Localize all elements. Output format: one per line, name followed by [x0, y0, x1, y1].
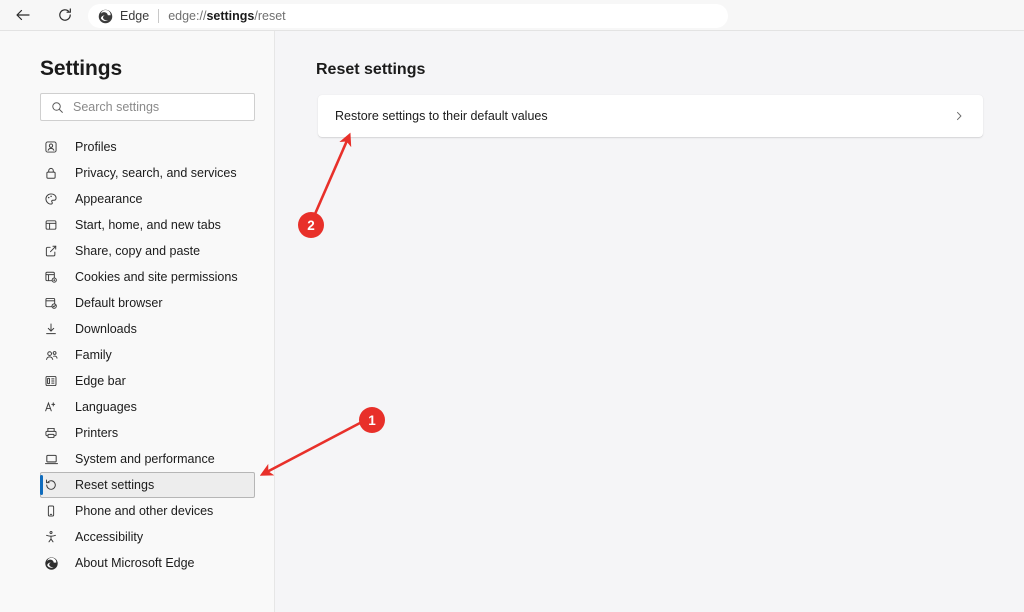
- printer-icon: [41, 426, 61, 440]
- language-icon: [41, 400, 61, 414]
- omnibox-divider: [158, 9, 160, 23]
- edge-logo-icon: [98, 9, 113, 24]
- sidebar-item-start-home-new-tabs[interactable]: Start, home, and new tabs: [40, 212, 255, 238]
- share-icon: [41, 244, 61, 258]
- sidebar-item-edge-bar[interactable]: Edge bar: [40, 368, 255, 394]
- restore-defaults-label: Restore settings to their default values: [335, 109, 548, 123]
- phone-icon: [41, 504, 61, 518]
- sidebar-item-label: Privacy, search, and services: [75, 166, 237, 180]
- sidebar-item-label: Languages: [75, 400, 137, 414]
- window-icon: [41, 218, 61, 232]
- back-arrow-icon[interactable]: [8, 2, 38, 28]
- sidebar-item-label: Family: [75, 348, 112, 362]
- download-icon: [41, 322, 61, 336]
- address-bar[interactable]: Edge edge://settings/reset: [88, 4, 728, 28]
- search-icon: [51, 101, 64, 114]
- sidebar-item-label: Appearance: [75, 192, 143, 206]
- chevron-right-icon: [953, 110, 965, 122]
- accessibility-icon: [41, 530, 61, 544]
- sidebar-item-about-microsoft-edge[interactable]: About Microsoft Edge: [40, 550, 255, 576]
- edge-logo-icon: [41, 556, 61, 571]
- search-input[interactable]: [73, 100, 233, 114]
- annotation-badge-2: 2: [298, 212, 324, 238]
- restore-defaults-row[interactable]: Restore settings to their default values: [318, 95, 983, 137]
- url-path: /reset: [254, 9, 286, 23]
- sidebar-item-label: Reset settings: [75, 478, 155, 492]
- edge-settings-screenshot: Edge edge://settings/reset Settings Sear…: [0, 0, 1024, 612]
- sidebar-item-default-browser[interactable]: Default browser: [40, 290, 255, 316]
- sidebar-item-label: Profiles: [75, 140, 117, 154]
- edge-bar-icon: [41, 374, 61, 388]
- sidebar-item-system-and-performance[interactable]: System and performance: [40, 446, 255, 472]
- family-icon: [41, 348, 61, 363]
- sidebar-item-phone-and-other-devices[interactable]: Phone and other devices: [40, 498, 255, 524]
- laptop-icon: [41, 452, 61, 467]
- reload-icon[interactable]: [50, 2, 80, 28]
- sidebar-item-label: Cookies and site permissions: [75, 270, 238, 284]
- reset-icon: [41, 478, 61, 492]
- sidebar-item-label: Share, copy and paste: [75, 244, 201, 258]
- palette-icon: [41, 192, 61, 206]
- sidebar-item-label: Edge bar: [75, 374, 126, 388]
- sidebar-item-cookies-site-permissions[interactable]: Cookies and site permissions: [40, 264, 255, 290]
- url-prefix: edge://: [168, 9, 207, 23]
- settings-content: Reset settings Restore settings to their…: [275, 31, 1024, 612]
- sidebar-item-printers[interactable]: Printers: [40, 420, 255, 446]
- sidebar-item-privacy-search-services[interactable]: Privacy, search, and services: [40, 160, 255, 186]
- omnibox-brand: Edge: [120, 9, 150, 23]
- settings-sidebar: Settings Search settings Profiles Privac…: [0, 31, 275, 612]
- sidebar-item-label: Accessibility: [75, 530, 144, 544]
- sidebar-item-label: About Microsoft Edge: [75, 556, 195, 570]
- annotation-badge-1: 1: [359, 407, 385, 433]
- profile-icon: [41, 140, 61, 154]
- sidebar-item-reset-settings[interactable]: Reset settings: [40, 472, 255, 498]
- browser-check-icon: [41, 296, 61, 310]
- search-settings-box[interactable]: [40, 93, 255, 121]
- cookie-icon: [41, 270, 61, 284]
- url-host: settings: [206, 9, 255, 23]
- sidebar-item-downloads[interactable]: Downloads: [40, 316, 255, 342]
- sidebar-item-family[interactable]: Family: [40, 342, 255, 368]
- sidebar-item-label: Printers: [75, 426, 119, 440]
- sidebar-nav-list: Profiles Privacy, search, and services A…: [0, 134, 275, 576]
- sidebar-item-appearance[interactable]: Appearance: [40, 186, 255, 212]
- sidebar-item-profiles[interactable]: Profiles: [40, 134, 255, 160]
- content-heading: Reset settings: [316, 61, 426, 78]
- sidebar-item-share-copy-paste[interactable]: Share, copy and paste: [40, 238, 255, 264]
- sidebar-item-label: Default browser: [75, 296, 163, 310]
- browser-toolbar: Edge edge://settings/reset: [0, 0, 1024, 31]
- sidebar-item-languages[interactable]: Languages: [40, 394, 255, 420]
- page-title: Settings: [40, 57, 123, 80]
- sidebar-item-label: Start, home, and new tabs: [75, 218, 221, 232]
- sidebar-item-accessibility[interactable]: Accessibility: [40, 524, 255, 550]
- sidebar-item-label: System and performance: [75, 452, 215, 466]
- lock-icon: [41, 166, 61, 180]
- omnibox-url: edge://settings/reset: [168, 9, 285, 23]
- sidebar-item-label: Downloads: [75, 322, 137, 336]
- sidebar-item-label: Phone and other devices: [75, 504, 214, 518]
- settings-page: Settings Search settings Profiles Privac…: [0, 31, 1024, 612]
